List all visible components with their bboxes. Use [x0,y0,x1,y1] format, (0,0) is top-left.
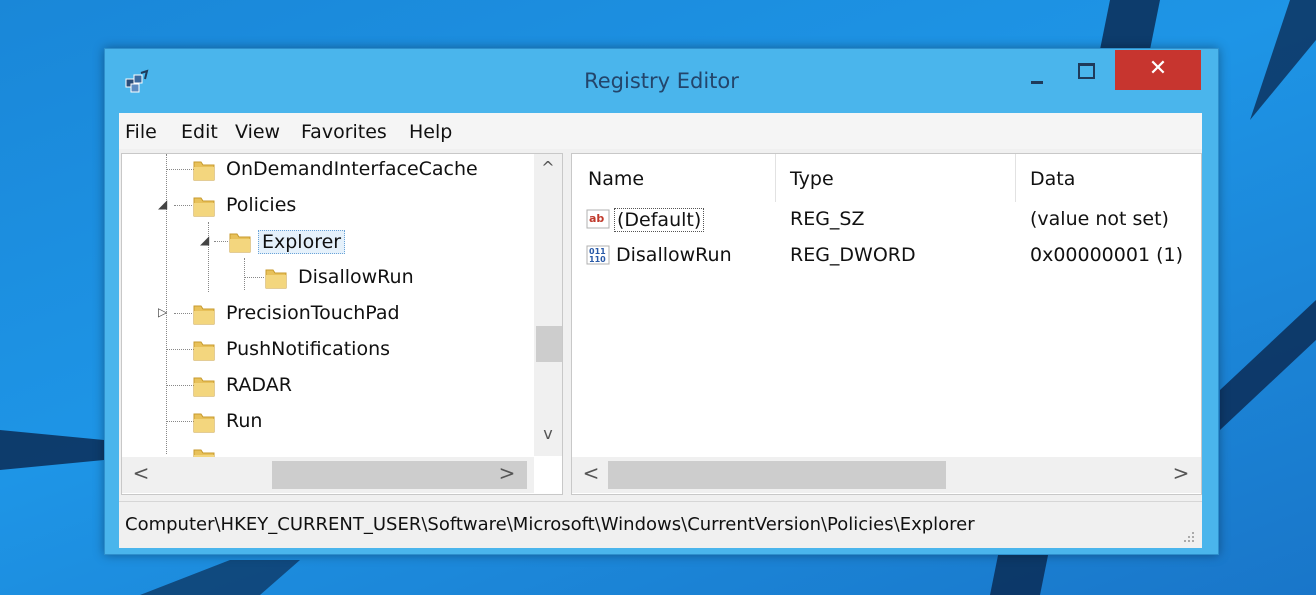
svg-text:110: 110 [589,255,606,264]
tree-item-run[interactable]: Run [122,406,532,440]
tree-item-precisiontouchpad[interactable]: ▷ PrecisionTouchPad [122,298,532,332]
collapse-arrow-icon[interactable]: ◢ [158,197,167,211]
tree-item-label: PushNotifications [226,338,391,360]
tree-item-label: Explorer [258,230,346,254]
tree-vertical-scrollbar[interactable]: ^ v [534,154,562,456]
tree-item-label: OnDemandInterfaceCache [226,158,478,180]
tree-item-label: DisallowRun [298,266,414,288]
tree-item-disallowrun[interactable]: DisallowRun [122,262,532,296]
folder-icon [229,233,251,253]
title-bar[interactable]: Registry Editor ✕ [105,49,1218,113]
values-list-pane[interactable]: Name Type Data ab (Default) REG_SZ (valu… [571,153,1202,495]
collapse-arrow-icon[interactable]: ◢ [200,233,209,247]
scroll-right-arrow-icon[interactable]: > [1166,461,1196,489]
status-bar: Computer\HKEY_CURRENT_USER\Software\Micr… [119,501,1202,548]
column-divider[interactable] [775,154,776,202]
resize-grip-icon[interactable] [1182,530,1196,544]
tree-item-pushnotifications[interactable]: PushNotifications [122,334,532,368]
registry-editor-window: Registry Editor ✕ File Edit View Favorit… [104,48,1219,555]
tree-item-label: RADAR [226,374,292,396]
menu-bar: File Edit View Favorites Help [119,113,1202,149]
folder-icon [265,269,287,289]
tree-item-label: PrecisionTouchPad [226,302,400,324]
tree-item-policies[interactable]: ◢ Policies [122,190,532,224]
menu-favorites[interactable]: Favorites [301,121,387,143]
menu-edit[interactable]: Edit [181,121,218,143]
tree-item-label: Run [226,410,263,432]
folder-icon [193,161,215,181]
minimize-button[interactable] [1015,53,1059,89]
folder-icon [193,413,215,433]
column-header-type[interactable]: Type [790,168,834,190]
list-horizontal-scroll-thumb[interactable] [608,461,946,489]
tree-horizontal-scroll-thumb[interactable] [272,461,527,489]
tree-item-explorer[interactable]: ◢ Explorer [122,226,532,260]
value-type: REG_DWORD [790,244,916,266]
svg-text:ab: ab [589,212,604,225]
tree-horizontal-scrollbar[interactable]: < > [122,457,534,493]
value-row-disallowrun[interactable]: 011 110 DisallowRun REG_DWORD 0x00000001… [572,240,1201,274]
folder-icon [193,197,215,217]
menu-file[interactable]: File [125,121,157,143]
scroll-left-arrow-icon[interactable]: < [576,461,606,489]
folder-icon [193,305,215,325]
client-area: File Edit View Favorites Help OnDemandIn… [119,113,1202,548]
key-tree-pane[interactable]: OnDemandInterfaceCache ◢ Policies ◢ Expl… [121,153,563,495]
scroll-up-arrow-icon[interactable]: ^ [534,158,562,182]
tree-item-radar[interactable]: RADAR [122,370,532,404]
tree-item-label: Policies [226,194,297,216]
value-data: 0x00000001 (1) [1030,244,1183,266]
column-divider[interactable] [1015,154,1016,202]
close-button[interactable]: ✕ [1115,50,1201,90]
expand-arrow-icon[interactable]: ▷ [158,305,167,319]
list-horizontal-scrollbar[interactable]: < > [572,457,1201,493]
value-name: DisallowRun [616,244,732,266]
maximize-button[interactable] [1063,53,1107,89]
folder-icon [193,377,215,397]
list-header: Name Type Data [572,154,1201,202]
string-value-icon: ab [586,209,610,229]
tree-vertical-scroll-thumb[interactable] [536,326,562,362]
tree-item-ondemandinterfacecache[interactable]: OnDemandInterfaceCache [122,154,532,188]
value-name: (Default) [614,208,705,232]
scroll-left-arrow-icon[interactable]: < [126,461,156,489]
column-header-data[interactable]: Data [1030,168,1075,190]
dword-value-icon: 011 110 [586,245,610,265]
column-header-name[interactable]: Name [588,168,644,190]
key-path: Computer\HKEY_CURRENT_USER\Software\Micr… [125,514,975,535]
menu-view[interactable]: View [235,121,280,143]
folder-icon [193,341,215,361]
value-row-default[interactable]: ab (Default) REG_SZ (value not set) [572,204,1201,238]
scroll-right-arrow-icon[interactable]: > [492,461,522,489]
value-data: (value not set) [1030,208,1169,230]
value-type: REG_SZ [790,208,865,230]
scroll-down-arrow-icon[interactable]: v [534,424,562,448]
menu-help[interactable]: Help [409,121,452,143]
